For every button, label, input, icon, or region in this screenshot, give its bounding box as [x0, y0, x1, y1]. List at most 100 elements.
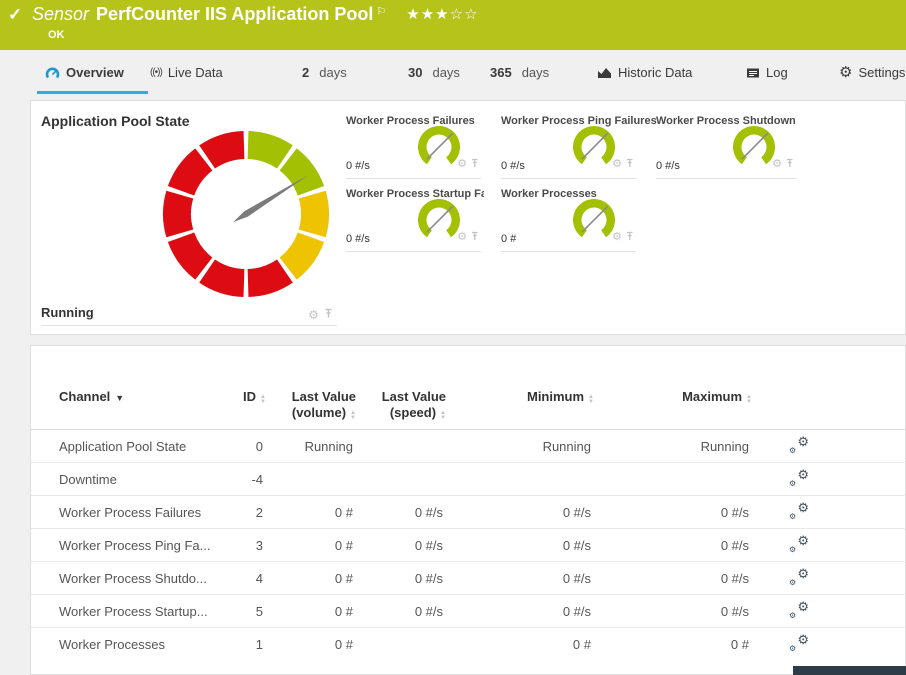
last-value-speed: [357, 628, 447, 661]
channel-name[interactable]: Worker Process Startup...: [31, 595, 233, 628]
last-value-speed: 0 #/s: [357, 529, 447, 562]
tab-2-days-label: days: [319, 65, 346, 80]
minimum-value: 0 #/s: [447, 562, 595, 595]
sensor-title: PerfCounter IIS Application Pool: [96, 4, 373, 25]
gauge-settings-gear-icon[interactable]: ⚙: [612, 232, 622, 243]
last-value-volume: 0 #: [267, 496, 357, 529]
tab-365-days[interactable]: 365 days: [490, 55, 549, 90]
last-value-speed: 0 #/s: [357, 595, 447, 628]
channel-name[interactable]: Downtime: [31, 463, 233, 496]
star-filled-icon[interactable]: ★★★: [406, 6, 449, 23]
mini-gauge-tile: Worker Process Failures 0 #/s ⚙: [346, 115, 481, 179]
channel-id: 0: [233, 430, 267, 463]
channel-settings-icon[interactable]: ⚙⚙: [789, 470, 809, 486]
sensor-header: ✓ Sensor PerfCounter IIS Application Poo…: [0, 0, 906, 50]
minimum-value: 0 #: [447, 628, 595, 661]
last-value-speed: 0 #/s: [357, 562, 447, 595]
tab-live-data[interactable]: ((•)) Live Data: [150, 55, 223, 90]
tab-30-days[interactable]: 30 days: [408, 55, 460, 90]
tab-settings[interactable]: ⚙ Settings: [839, 55, 905, 90]
mini-gauge-svg: [570, 124, 618, 168]
column-header-actions: [753, 346, 906, 430]
maximum-value: 0 #/s: [595, 529, 753, 562]
maximum-value: 0 #/s: [595, 496, 753, 529]
status-badge: OK: [48, 29, 65, 41]
column-header-maximum[interactable]: Maximum▲▼: [595, 346, 753, 430]
column-header-minimum[interactable]: Minimum▲▼: [447, 346, 595, 430]
mini-gauge-value: 0 #/s: [501, 160, 525, 172]
tab-2-days-number: 2: [302, 65, 309, 80]
pin-icon[interactable]: [786, 155, 794, 173]
channel-settings-icon[interactable]: ⚙⚙: [789, 503, 809, 519]
settings-gear-icon: ⚙: [839, 65, 852, 80]
channel-id: 4: [233, 562, 267, 595]
sort-icon: ▲▼: [260, 395, 266, 405]
page-footer-bar[interactable]: [793, 666, 906, 675]
channel-settings-icon[interactable]: ⚙⚙: [789, 536, 809, 552]
gauge-icon: [45, 66, 60, 80]
maximum-value: 0 #/s: [595, 595, 753, 628]
mini-gauge-tile: Worker Process Startup Failu... 0 #/s ⚙: [346, 188, 481, 252]
mini-gauge-tile: Worker Process Ping Failures 0 #/s ⚙: [501, 115, 636, 179]
gauge-settings-gear-icon[interactable]: ⚙: [612, 159, 622, 170]
tab-historic-data[interactable]: Historic Data: [597, 55, 692, 90]
maximum-value: Running: [595, 430, 753, 463]
gauge-settings-gear-icon[interactable]: ⚙: [772, 159, 782, 170]
channel-settings-icon[interactable]: ⚙⚙: [789, 437, 809, 453]
mini-gauge-svg: [730, 124, 778, 168]
channel-name[interactable]: Worker Process Failures: [31, 496, 233, 529]
column-header-last-value-speed[interactable]: Last Value (speed)▲▼: [357, 346, 447, 430]
tab-log[interactable]: Log: [746, 55, 788, 90]
tab-365-days-number: 365: [490, 65, 512, 80]
sort-icon: ▲▼: [588, 395, 594, 405]
table-row: Worker Process Shutdo... 4 0 # 0 #/s 0 #…: [31, 562, 906, 595]
channel-name[interactable]: Application Pool State: [31, 430, 233, 463]
channel-id: -4: [233, 463, 267, 496]
flag-icon[interactable]: ⚐: [376, 5, 386, 18]
minimum-value: 0 #/s: [447, 595, 595, 628]
pin-icon[interactable]: [626, 228, 634, 246]
last-value-volume: [267, 463, 357, 496]
gauge-settings-gear-icon[interactable]: ⚙: [457, 232, 467, 243]
mini-gauge-tile: Worker Process Shutdown Fa... 0 #/s ⚙: [656, 115, 796, 179]
channel-settings-icon[interactable]: ⚙⚙: [789, 602, 809, 618]
maximum-value: [595, 463, 753, 496]
mini-gauge-value: 0 #/s: [346, 233, 370, 245]
channel-name[interactable]: Worker Processes: [31, 628, 233, 661]
tab-2-days[interactable]: 2 days: [302, 55, 347, 90]
pin-icon[interactable]: [626, 155, 634, 173]
tab-historic-data-label: Historic Data: [618, 65, 692, 80]
last-value-speed: [357, 430, 447, 463]
main-gauge-svg: [151, 119, 341, 309]
last-value-volume: 0 #: [267, 529, 357, 562]
column-header-id[interactable]: ID▲▼: [233, 346, 267, 430]
sensor-page: ✓ Sensor PerfCounter IIS Application Poo…: [0, 0, 906, 675]
pin-icon[interactable]: [471, 155, 479, 173]
pin-icon[interactable]: [471, 228, 479, 246]
table-header-row: Channel▼ ID▲▼ Last Value (volume)▲▼ Last…: [31, 346, 906, 430]
last-value-speed: [357, 463, 447, 496]
table-row: Application Pool State 0 Running Running…: [31, 430, 906, 463]
channel-name[interactable]: Worker Process Shutdo...: [31, 562, 233, 595]
column-header-channel[interactable]: Channel▼: [31, 346, 233, 430]
star-empty-icon[interactable]: ☆☆: [450, 6, 479, 23]
sort-icon: ▲▼: [440, 411, 446, 421]
gauge-settings-gear-icon[interactable]: ⚙: [457, 159, 467, 170]
divider: [501, 251, 636, 252]
minimum-value: Running: [447, 430, 595, 463]
object-kind-label: Sensor: [32, 4, 89, 25]
channel-table-panel: Channel▼ ID▲▼ Last Value (volume)▲▼ Last…: [30, 345, 906, 675]
column-header-last-value-volume[interactable]: Last Value (volume)▲▼: [267, 346, 357, 430]
channel-settings-icon[interactable]: ⚙⚙: [789, 635, 809, 651]
pin-icon[interactable]: [324, 306, 333, 324]
table-row: Worker Process Ping Fa... 3 0 # 0 #/s 0 …: [31, 529, 906, 562]
sort-icon: ▲▼: [350, 411, 356, 421]
channel-settings-icon[interactable]: ⚙⚙: [789, 569, 809, 585]
priority-stars[interactable]: ★★★☆☆: [406, 5, 478, 23]
mini-gauge-svg: [415, 197, 463, 241]
channel-name[interactable]: Worker Process Ping Fa...: [31, 529, 233, 562]
channel-id: 5: [233, 595, 267, 628]
last-value-volume: Running: [267, 430, 357, 463]
gauge-settings-gear-icon[interactable]: ⚙: [308, 309, 319, 321]
tab-overview[interactable]: Overview: [45, 55, 140, 90]
